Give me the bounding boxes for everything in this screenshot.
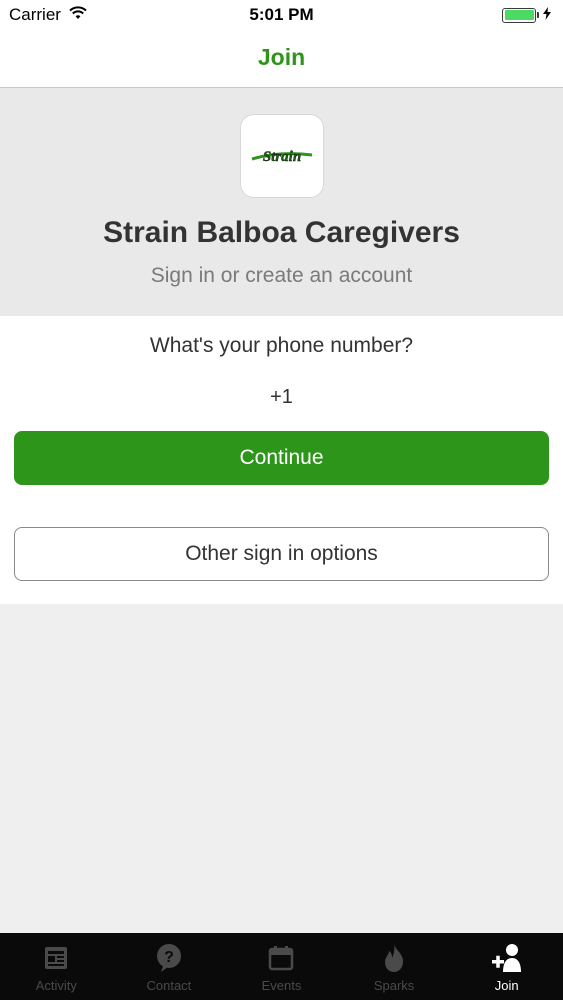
tab-activity[interactable]: Activity [0, 933, 113, 1000]
svg-text:?: ? [164, 949, 174, 966]
phone-question: What's your phone number? [149, 334, 414, 357]
tab-sparks[interactable]: Sparks [338, 933, 451, 1000]
tab-events-label: Events [261, 978, 302, 993]
charging-icon [543, 7, 551, 23]
flame-icon [382, 942, 406, 974]
calendar-icon [268, 942, 294, 974]
navigation-bar: Join [0, 30, 563, 88]
org-name: Strain Balboa Caregivers [103, 216, 460, 249]
tab-activity-label: Activity [35, 978, 77, 993]
signin-subtitle: Sign in or create an account [150, 264, 413, 287]
tab-join-label: Join [494, 978, 519, 993]
phone-input[interactable] [14, 382, 549, 412]
status-time: 5:01 PM [249, 5, 314, 24]
org-header: Strain Strain Balboa Caregivers Sign in … [0, 88, 563, 316]
signin-form: What's your phone number? Continue Other… [0, 316, 563, 604]
tab-contact[interactable]: ? Contact [113, 933, 226, 1000]
logo-wordmark: Strain [263, 149, 301, 165]
continue-button[interactable]: Continue [14, 431, 549, 485]
strain-logo-icon: Strain [251, 149, 313, 165]
tab-sparks-label: Sparks [373, 978, 415, 993]
tab-join[interactable]: Join [450, 933, 563, 1000]
battery-indicator [502, 7, 551, 23]
org-logo: Strain [240, 114, 324, 198]
battery-icon [502, 7, 536, 23]
tab-bar: Activity ? Contact Events Sparks Join [0, 933, 563, 1000]
tab-events[interactable]: Events [225, 933, 338, 1000]
add-user-icon [491, 942, 523, 974]
page-title: Join [257, 44, 306, 70]
activity-icon [43, 942, 69, 974]
status-bar: Carrier 5:01 PM [0, 0, 563, 30]
tab-contact-label: Contact [146, 978, 192, 993]
other-signin-button[interactable]: Other sign in options [14, 527, 549, 581]
help-icon: ? [155, 942, 183, 974]
